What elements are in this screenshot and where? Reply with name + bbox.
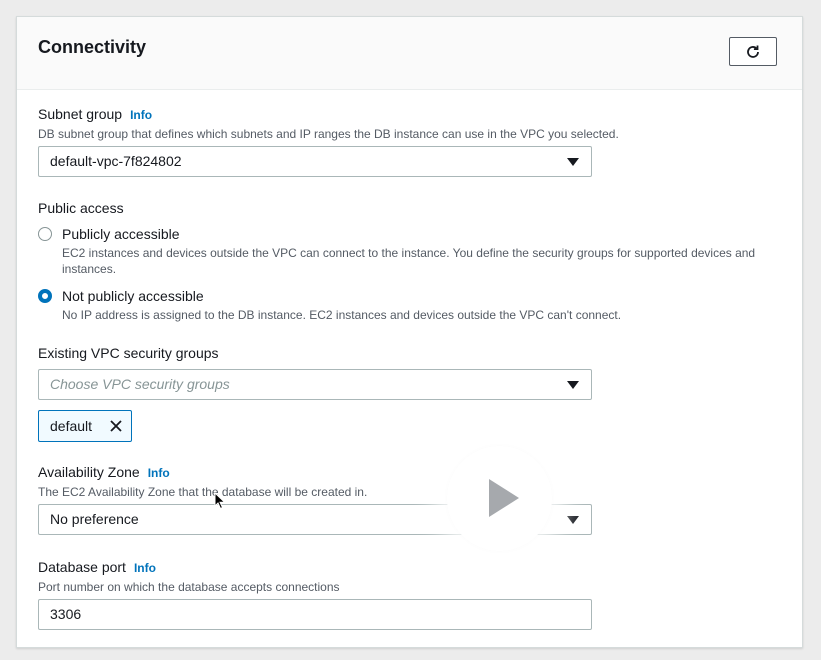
caret-down-icon xyxy=(567,381,579,389)
availability-zone-label-text: Availability Zone xyxy=(38,464,140,480)
security-groups-label: Existing VPC security groups xyxy=(38,345,219,361)
subnet-group-select[interactable]: default-vpc-7f824802 xyxy=(38,146,592,177)
subnet-group-label: Subnet group Info xyxy=(38,106,152,122)
refresh-icon xyxy=(747,45,759,58)
caret-down-icon xyxy=(567,516,579,524)
database-port-input[interactable]: 3306 xyxy=(38,599,592,630)
availability-zone-info-link[interactable]: Info xyxy=(148,466,170,480)
subnet-group-description: DB subnet group that defines which subne… xyxy=(38,127,619,141)
not-publicly-accessible-description: No IP address is assigned to the DB inst… xyxy=(62,308,622,322)
close-icon[interactable] xyxy=(109,419,123,433)
publicly-accessible-label[interactable]: Publicly accessible xyxy=(62,226,180,242)
radio-not-publicly-accessible[interactable] xyxy=(38,289,52,303)
play-button[interactable] xyxy=(447,446,552,551)
database-port-value: 3306 xyxy=(50,606,82,622)
panel-header: Connectivity xyxy=(17,17,802,90)
availability-zone-description: The EC2 Availability Zone that the datab… xyxy=(38,485,368,499)
availability-zone-label: Availability Zone Info xyxy=(38,464,170,480)
token-label: default xyxy=(50,418,93,434)
database-port-label: Database port Info xyxy=(38,559,156,575)
subnet-group-label-text: Subnet group xyxy=(38,106,123,122)
public-access-label: Public access xyxy=(38,200,124,216)
database-port-info-link[interactable]: Info xyxy=(134,561,156,575)
security-group-token: default xyxy=(38,410,132,442)
availability-zone-value: No preference xyxy=(50,511,139,527)
security-groups-select[interactable]: Choose VPC security groups xyxy=(38,369,592,400)
subnet-group-info-link[interactable]: Info xyxy=(130,108,152,122)
publicly-accessible-description: EC2 instances and devices outside the VP… xyxy=(62,246,756,276)
panel-title: Connectivity xyxy=(38,37,147,57)
connectivity-panel: Connectivity Subnet group Info DB subnet … xyxy=(16,16,803,648)
refresh-button[interactable] xyxy=(729,37,777,66)
radio-publicly-accessible[interactable] xyxy=(38,227,52,241)
mouse-cursor-icon xyxy=(214,492,226,510)
security-groups-placeholder: Choose VPC security groups xyxy=(50,376,230,392)
subnet-group-value: default-vpc-7f824802 xyxy=(50,153,182,169)
not-publicly-accessible-label[interactable]: Not publicly accessible xyxy=(62,288,204,304)
database-port-description: Port number on which the database accept… xyxy=(38,580,340,594)
caret-down-icon xyxy=(567,158,579,166)
play-icon xyxy=(489,479,519,517)
database-port-label-text: Database port xyxy=(38,559,126,575)
